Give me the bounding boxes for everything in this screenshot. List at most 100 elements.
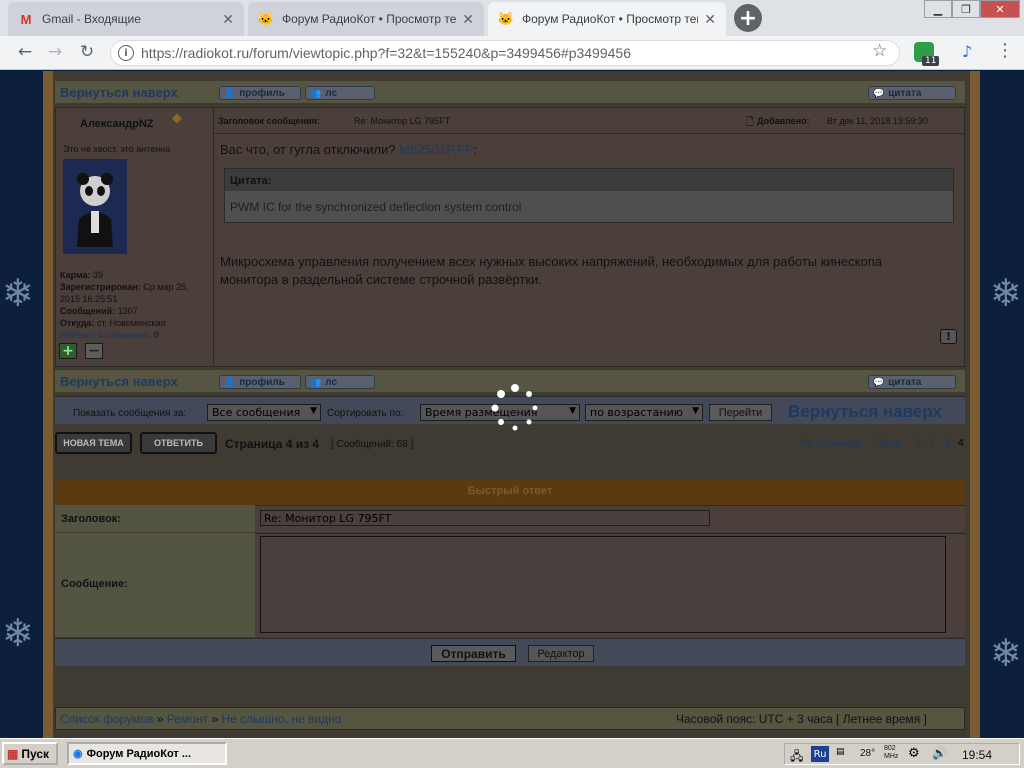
breadcrumb-forum-list[interactable]: Список форумов (60, 712, 154, 726)
gmail-icon: M (20, 11, 32, 27)
quote-button[interactable]: 💬 цитата (868, 86, 956, 100)
order-select[interactable]: по возрастанию ▼ (585, 404, 703, 421)
back-to-top-link[interactable]: Вернуться наверх (60, 85, 178, 100)
message-field-label: Сообщение: (61, 578, 128, 590)
chevron-down-icon: ▼ (310, 406, 317, 416)
network-icon[interactable]: 🖧 (790, 747, 803, 768)
back-arrow-icon[interactable]: ← (14, 41, 36, 63)
minimize-button[interactable]: ▁ (924, 0, 952, 18)
taskbar-item-browser[interactable]: ◉ Форум РадиоКот ... (67, 742, 227, 765)
start-button[interactable]: ▦ Пуск (2, 742, 58, 765)
profile-button[interactable]: 👤 профиль (219, 375, 301, 389)
forward-arrow-icon[interactable]: → (44, 41, 66, 63)
site-info-icon[interactable]: i (118, 45, 134, 61)
new-topic-button[interactable]: НОВАЯ ТЕМА (55, 432, 132, 454)
page-viewport: ❄ ❄ ❄ ❄ Вернуться наверх 👤 профиль 👥 лс 💬 ц… (0, 71, 1024, 738)
pm-button[interactable]: 👥 лс (305, 86, 375, 100)
report-icon[interactable]: ! (940, 329, 957, 344)
added-date: Вт дек 11, 2018 19:59:30 (827, 116, 928, 126)
quote-button[interactable]: 💬 цитата (868, 375, 956, 389)
show-select[interactable]: Все сообщения ▼ (207, 404, 321, 421)
post-divider (213, 107, 214, 367)
author-status: Это не хвост, это антенна (63, 144, 171, 154)
added-label: Добавлено: (757, 116, 810, 126)
url-text: https://radiokot.ru/forum/viewtopic.php?… (141, 45, 631, 61)
close-icon[interactable]: ✕ (704, 11, 716, 28)
quote-header-bar (225, 169, 953, 191)
post-body-intro: Вас что, от гугла отключили? M62501P,FP: (220, 142, 478, 157)
back-to-top-link[interactable]: Вернуться наверх (60, 374, 178, 389)
post-body-text: Микросхема управления получением всех ну… (220, 254, 882, 287)
music-note-icon[interactable]: ♪ (962, 42, 972, 61)
gear-icon[interactable]: ⚙ (908, 746, 920, 761)
post-header-divider (214, 133, 964, 134)
snowflake-icon: ❄ (2, 271, 34, 315)
show-label: Показать сообщения за: (73, 408, 187, 419)
rating-minus-button[interactable]: − (85, 343, 103, 359)
maximize-button[interactable]: ❐ (952, 0, 980, 18)
author-info: Карма: 39 Зарегистрирован: Ср мар 25, 20… (60, 270, 189, 340)
snowflake-icon: ❄ (990, 631, 1022, 675)
avatar[interactable] (63, 159, 127, 254)
user-icon: 👤 (224, 376, 236, 387)
new-tab-button[interactable]: + (734, 4, 762, 32)
reload-icon[interactable]: ↻ (76, 41, 98, 63)
close-icon[interactable]: ✕ (462, 11, 474, 28)
page-current-4: 4 (958, 438, 964, 449)
chevron-down-icon: ▼ (692, 406, 699, 416)
tab-radiokot-2[interactable]: 🐱 Форум РадиоКот • Просмотр темы ✕ (488, 2, 726, 36)
profile-button[interactable]: 👤 профиль (219, 86, 301, 100)
tab-gmail[interactable]: M Gmail - Входящие ✕ (8, 2, 244, 36)
post-author[interactable]: АлександрNZ (80, 118, 154, 130)
submit-button[interactable]: Отправить (431, 645, 516, 662)
speaker-icon[interactable]: 🔊 (932, 746, 947, 760)
extension-badge: 11 (922, 56, 940, 66)
page-link-3[interactable]: 3 (944, 438, 950, 449)
users-icon: 👥 (310, 376, 322, 387)
speech-bubble-icon: 💬 (873, 376, 885, 387)
editor-button[interactable]: Редактор (528, 645, 594, 662)
breadcrumb-repair[interactable]: Ремонт (167, 712, 208, 726)
speech-bubble-icon: 💬 (873, 87, 885, 98)
pm-button[interactable]: 👥 лс (305, 375, 375, 389)
subject-input[interactable]: Re: Монитор LG 795FT (260, 510, 710, 526)
users-icon: 👥 (310, 87, 322, 98)
address-bar[interactable]: https://radiokot.ru/forum/viewtopic.php?… (110, 40, 900, 66)
reply-button[interactable]: ОТВЕТИТЬ (140, 432, 217, 454)
radiokot-cat-icon: 🐱 (497, 11, 515, 26)
windows-flag-icon: ▦ (7, 746, 19, 761)
post-count: 1307 (117, 306, 138, 316)
subject-field-label: Заголовок: (61, 513, 121, 525)
menu-kebab-icon[interactable]: ⋮ (996, 40, 1014, 61)
part-number-link[interactable]: M62501P,FP (399, 142, 473, 157)
cpu-frequency: 802 MHz (884, 745, 899, 760)
prev-page-link[interactable]: Пред. (876, 438, 904, 449)
rating-plus-button[interactable]: + (59, 343, 77, 359)
go-button[interactable]: Перейти (709, 404, 772, 421)
page-link-2[interactable]: 2 (930, 438, 936, 449)
quick-reply-title: Быстрый ответ (467, 485, 553, 497)
rank-cat-icon: ◆ (172, 111, 182, 126)
message-textarea[interactable] (260, 536, 946, 633)
document-icon: 🗋 (746, 117, 755, 128)
close-icon[interactable]: ✕ (222, 11, 234, 28)
back-to-top-link[interactable]: Вернуться наверх (788, 402, 942, 422)
temperature: 28° (860, 748, 876, 759)
tab-radiokot-1[interactable]: 🐱 Форум РадиоКот • Просмотр темы ✕ (248, 2, 484, 36)
tab-strip: M Gmail - Входящие ✕ 🐱 Форум РадиоКот • … (0, 0, 1024, 36)
user-icon: 👤 (224, 87, 236, 98)
post-actions-row (55, 81, 965, 103)
post-count-total: [ Сообщений: 68 ] (331, 439, 414, 450)
post-subject: Re: Монитор LG 795FT (354, 116, 451, 126)
location: ст. Новоминская (96, 318, 166, 328)
language-indicator[interactable]: Ru (811, 746, 829, 762)
page-link-1[interactable]: 1 (916, 438, 922, 449)
tab-title: Форум РадиоКот • Просмотр темы (522, 12, 699, 26)
close-window-button[interactable]: ✕ (980, 0, 1020, 18)
snowflake-icon: ❄ (990, 271, 1022, 315)
breadcrumb-no-sound-no-picture[interactable]: Не слышно, не видно (221, 712, 341, 726)
tab-title: Gmail - Входящие (42, 12, 141, 26)
timezone-text: Часовой пояс: UTC + 3 часа [ Летнее врем… (676, 712, 927, 726)
karma-value: 39 (93, 270, 104, 280)
bookmark-star-icon[interactable]: ☆ (872, 41, 887, 61)
